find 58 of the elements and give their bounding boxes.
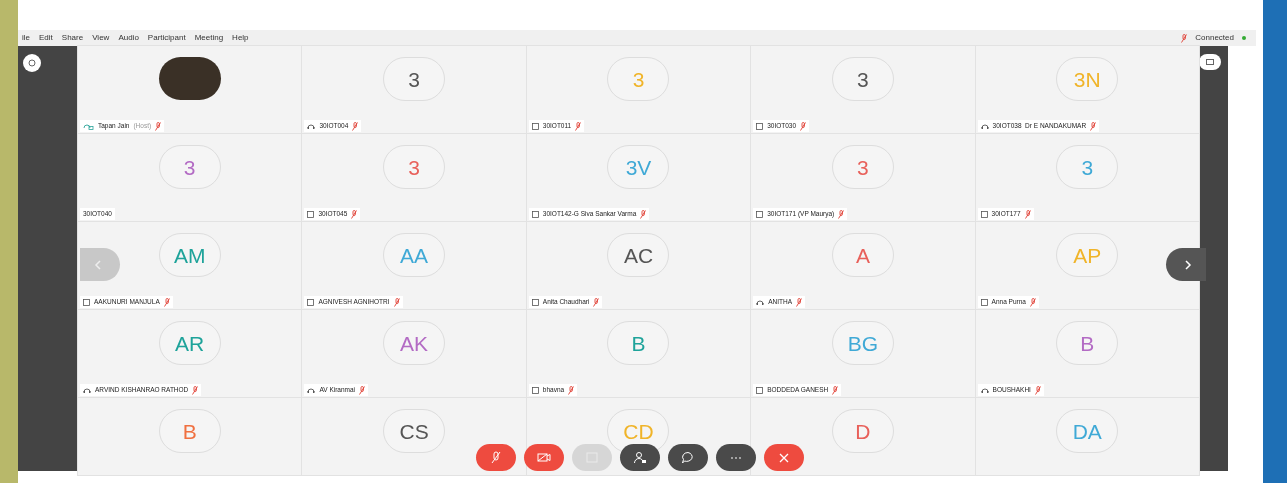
menu-item[interactable]: Share xyxy=(61,32,84,44)
square-icon xyxy=(531,386,539,394)
menu-item[interactable]: Help xyxy=(232,32,249,44)
avatar-initials: 3 xyxy=(1081,156,1094,178)
square-icon xyxy=(307,210,315,218)
grid-icon xyxy=(1206,59,1214,65)
connection-status: Connected xyxy=(1195,32,1234,44)
square-icon xyxy=(307,298,315,306)
avatar-initials: BG xyxy=(847,332,879,354)
avatar-initials: 3 xyxy=(857,68,869,90)
avatar-initials: 3 xyxy=(632,68,645,90)
square-icon xyxy=(756,386,764,394)
avatar-initials: AP xyxy=(1073,244,1102,266)
square-icon xyxy=(531,122,539,130)
square-icon xyxy=(531,210,539,218)
chevron-right-icon xyxy=(1184,259,1192,270)
menu-item[interactable]: Participant xyxy=(147,32,186,44)
avatar-initials: 3 xyxy=(183,156,196,178)
avatar-initials: CS xyxy=(399,420,429,442)
square-icon xyxy=(980,298,988,306)
avatar-initials: A xyxy=(855,244,870,266)
avatar-initials: 3V xyxy=(625,156,652,178)
avatar-initials: B xyxy=(631,332,646,354)
square-icon xyxy=(756,122,764,130)
avatar-initials: 3N xyxy=(1073,68,1101,90)
video-off-icon xyxy=(537,451,551,464)
menu-item[interactable]: Meeting xyxy=(194,32,224,44)
photo-placeholder xyxy=(158,57,221,100)
chevron-left-icon xyxy=(94,259,102,270)
square-icon xyxy=(83,298,90,306)
person-icon xyxy=(633,451,647,464)
settings-button[interactable] xyxy=(23,54,41,72)
menu-item[interactable]: View xyxy=(92,32,110,44)
menu-item[interactable]: Audio xyxy=(118,32,139,44)
avatar-initials: AM xyxy=(173,244,206,266)
square-icon xyxy=(980,210,988,218)
avatar-initials: DA xyxy=(1072,420,1102,442)
chat-bubble-icon xyxy=(681,451,695,464)
avatar-initials: 3 xyxy=(408,156,420,178)
avatar-initials: CD xyxy=(623,420,654,442)
layout-button[interactable] xyxy=(1199,54,1221,70)
next-page-button[interactable] xyxy=(1166,248,1206,281)
avatar-initials: B xyxy=(182,420,197,442)
avatar-initials: 3 xyxy=(408,68,420,90)
avatar-initials: D xyxy=(855,420,871,442)
close-icon xyxy=(777,451,791,464)
circle-icon xyxy=(28,59,36,67)
square-icon xyxy=(756,210,764,218)
avatar-initials: B xyxy=(1080,332,1095,354)
avatar-initials: AA xyxy=(400,244,429,266)
avatar-initials: AR xyxy=(175,332,205,354)
avatar-initials: AK xyxy=(400,332,429,354)
muted-microphone-icon xyxy=(489,451,503,464)
avatar-initials: AC xyxy=(623,244,654,266)
menu-item[interactable]: ile xyxy=(22,32,30,44)
avatar-initials: 3 xyxy=(857,156,869,178)
menu-item[interactable]: Edit xyxy=(39,32,53,44)
square-icon xyxy=(531,298,539,306)
